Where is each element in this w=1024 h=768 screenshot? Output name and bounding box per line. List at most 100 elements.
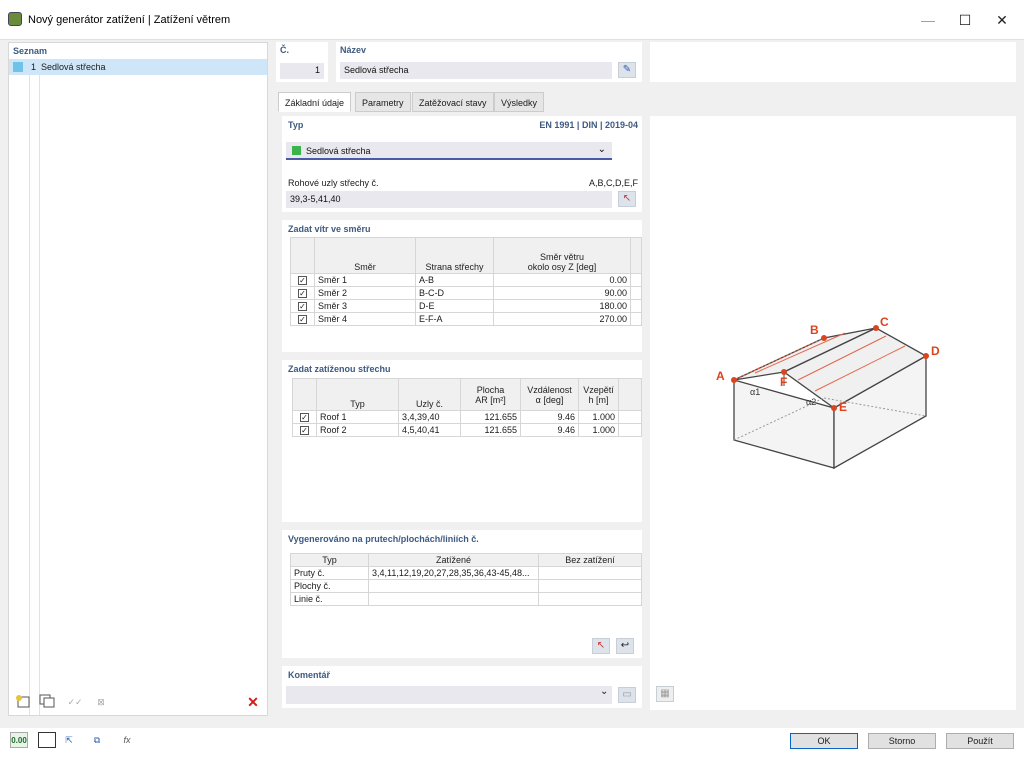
tab-load-cases[interactable]: Zatěžovací stavy [412,92,494,112]
col-rise: Vzepětí h [m] [578,378,619,411]
node-b-icon [821,335,827,341]
tab-parameters[interactable]: Parametry [355,92,411,112]
col-loaded: Zatížené [368,553,539,567]
table-row[interactable]: ✓ Směr 4 E-F-A 270.00 [290,312,642,326]
comment-library-icon[interactable]: ▭ [618,687,636,703]
table-row[interactable]: Linie č. [290,592,642,606]
col-type: Typ [316,378,399,411]
label-f: F [780,375,787,389]
tree-guide [39,75,40,715]
list-item-no: 1 [31,62,37,72]
node-c-icon [873,325,879,331]
no-panel: Č. 1 [276,42,328,82]
comment-section: Komentář ⌄ ▭ [282,666,642,708]
delete-icon[interactable]: ✕ [244,694,262,710]
return-icon[interactable]: ↩ [616,638,634,654]
item-color-swatch [13,62,23,72]
diagram-panel: A B C D E F α1 α2 ▦ [650,116,1016,710]
title-bar: Nový generátor zatížení | Zatížení větre… [0,0,1024,40]
corner-nodes-field[interactable]: 39,3-5,41,40 [286,191,612,208]
type-section: Typ EN 1991 | DIN | 2019-04 Sedlová stře… [282,116,642,212]
row-checkbox[interactable]: ✓ [298,289,307,298]
wind-header: Zadat vítr ve směru [288,224,371,234]
col-area: Plocha AR [m²] [460,378,521,411]
name-label: Název [340,45,367,55]
uncheck-all-icon[interactable]: ⊠ [92,694,110,710]
corner-nodes-hint: A,B,C,D,E,F [588,178,638,188]
chevron-down-icon: ⌄ [597,144,606,155]
table-row[interactable]: Plochy č. [290,579,642,593]
table-row[interactable]: Pruty č. 3,4,11,12,19,20,27,28,35,36,43-4… [290,566,642,580]
tab-basic[interactable]: Základní údaje [278,92,352,112]
list-header: Seznam [13,46,48,56]
formula-icon[interactable]: fx [118,732,136,748]
tree-guide [29,75,30,715]
label-d: D [931,344,940,358]
type-select-value: Sedlová střecha [306,146,371,156]
list-item-label: Sedlová střecha [41,62,106,72]
gable-roof-diagram: A B C D E F α1 α2 [716,315,940,470]
row-checkbox[interactable]: ✓ [298,302,307,311]
table-row[interactable]: ✓ Směr 1 A-B 0.00 [290,273,642,287]
no-label: Č. [280,45,289,55]
ok-button[interactable]: OK [790,733,858,749]
pick-nodes-icon[interactable]: ↖ [618,191,636,207]
name-field[interactable]: Sedlová střecha [340,62,612,79]
comment-label: Komentář [288,670,331,680]
view-options-icon[interactable]: ▦ [656,686,674,702]
help-icon[interactable]: ⧉ [88,732,106,748]
cancel-button[interactable]: Storno [868,733,936,749]
col-unloaded: Bez zatížení [538,553,642,567]
wind-table: Směr Strana střechy Směr větru okolo osy … [290,237,642,326]
new-item-icon[interactable] [14,694,32,710]
col-roof-side: Strana střechy [415,237,494,274]
col-wind-angle: Směr větru okolo osy Z [deg] [493,237,631,274]
list-item[interactable]: 1 Sedlová střecha [9,59,267,75]
tab-results[interactable]: Výsledky [494,92,545,112]
app-icon [8,12,22,26]
col-distance: Vzdálenost α [deg] [520,378,579,411]
apply-button[interactable]: Použít [946,733,1014,749]
table-row[interactable]: ✓ Směr 2 B-C-D 90.00 [290,286,642,300]
chevron-down-icon[interactable]: ⌄ [600,686,608,697]
generated-table: Typ Zatížené Bez zatížení Pruty č. 3,4,11,1… [290,553,642,606]
table-row[interactable]: ✓ Roof 2 4,5,40,41 121.655 9.46 1.000 [292,423,642,437]
node-a-icon [731,377,737,383]
maximize-icon[interactable]: ☐ [955,10,975,30]
node-d-icon [923,353,929,359]
corner-nodes-label: Rohové uzly střechy č. [288,178,379,188]
decimal-places-icon[interactable]: 0.00 [10,732,28,748]
minimize-icon[interactable]: — [918,10,938,30]
window-title: Nový generátor zatížení | Zatížení větre… [28,14,231,26]
close-icon[interactable]: ✕ [992,10,1012,30]
row-checkbox[interactable]: ✓ [298,276,307,285]
select-members-icon[interactable]: ↖ [592,638,610,654]
check-all-icon[interactable]: ✓✓ [66,694,84,710]
standard-label: EN 1991 | DIN | 2019-04 [539,120,638,130]
color-icon[interactable] [38,732,56,748]
node-e-icon [831,405,837,411]
units-icon[interactable]: ⇱ [60,732,78,748]
no-field[interactable]: 1 [280,63,324,79]
table-row[interactable]: ✓ Roof 1 3,4,39,40 121.655 9.46 1.000 [292,410,642,424]
label-alpha2: α2 [806,397,816,407]
row-checkbox[interactable]: ✓ [298,315,307,324]
comment-field[interactable] [286,686,612,704]
row-checkbox[interactable]: ✓ [300,413,309,422]
info-panel [650,42,1016,82]
copy-item-icon[interactable] [38,694,56,710]
generated-section: Vygenerováno na prutech/plochách/liniích… [282,530,642,658]
label-alpha1: α1 [750,387,760,397]
label-e: E [839,400,847,414]
col-nodes: Uzly č. [398,378,461,411]
label-a: A [716,369,725,383]
roof-header: Zadat zatíženou střechu [288,364,391,374]
roof-section: Zadat zatíženou střechu Typ Uzly č. Ploc… [282,360,642,522]
list-panel: Seznam 1 Sedlová střecha [8,42,268,716]
table-row[interactable]: ✓ Směr 3 D-E 180.00 [290,299,642,313]
row-checkbox[interactable]: ✓ [300,426,309,435]
name-panel: Název Sedlová střecha ✎ [336,42,642,82]
roof-table: Typ Uzly č. Plocha AR [m²] Vzdálenost α [d… [292,378,642,437]
edit-name-icon[interactable]: ✎ [618,62,636,78]
type-select[interactable]: Sedlová střecha ⌄ [286,142,612,160]
